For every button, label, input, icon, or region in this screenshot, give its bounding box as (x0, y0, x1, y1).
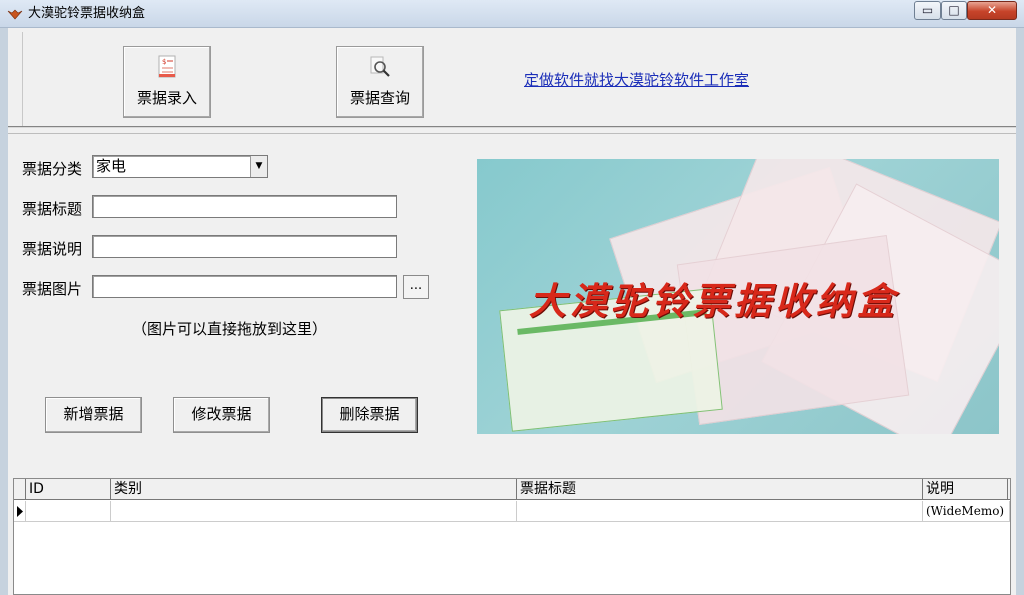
document-entry-icon: $ (158, 55, 176, 78)
add-ticket-button[interactable]: 新增票据 (45, 397, 142, 433)
edit-ticket-button[interactable]: 修改票据 (173, 397, 270, 433)
cell-memo[interactable]: (WideMemo) (923, 501, 1010, 522)
ticket-form-panel: 票据分类 家电 ▼ 票据标题 票据说明 票据图片 ... （图片可以直接拖放到这… (8, 133, 1016, 478)
delete-ticket-button[interactable]: 删除票据 (321, 397, 418, 433)
banner-image: 大漠驼铃票据收纳盒 (477, 159, 999, 434)
column-header-memo[interactable]: 说明 (923, 479, 1008, 499)
title-input[interactable] (92, 195, 397, 218)
column-header-title[interactable]: 票据标题 (517, 479, 923, 499)
minimize-button[interactable]: ▭ (914, 1, 941, 20)
window-title: 大漠驼铃票据收纳盒 (28, 6, 146, 21)
title-bar: 大漠驼铃票据收纳盒 ▭ □ ✕ (0, 0, 1024, 28)
toolbar-panel: $ 票据录入 票据查询 定做软件就找大漠驼铃软件工作室 (22, 32, 1016, 126)
table-header: ID 类别 票据标题 说明 (14, 479, 1010, 500)
close-button[interactable]: ✕ (967, 1, 1017, 20)
category-value: 家电 (96, 157, 127, 175)
client-area: $ 票据录入 票据查询 定做软件就找大漠驼铃软件工作室 票据分类 家电 ▼ 票据… (8, 28, 1016, 595)
table-row[interactable]: (WideMemo) (14, 501, 1010, 522)
title-label: 票据标题 (22, 200, 83, 218)
category-select[interactable]: 家电 ▼ (92, 155, 268, 178)
browse-button[interactable]: ... (403, 275, 429, 299)
cell-category[interactable] (111, 501, 517, 522)
column-header-id[interactable]: ID (26, 479, 111, 499)
header-indicator-cell (14, 479, 26, 499)
image-path-input[interactable] (92, 275, 397, 298)
image-label: 票据图片 (22, 280, 83, 298)
banner-title: 大漠驼铃票据收纳盒 (529, 279, 898, 323)
cell-id[interactable] (26, 501, 111, 522)
category-label: 票据分类 (22, 160, 83, 178)
maximize-button[interactable]: □ (941, 1, 967, 20)
ticket-entry-label: 票据录入 (136, 89, 197, 107)
ticket-entry-button[interactable]: $ 票据录入 (123, 46, 211, 118)
window-controls: ▭ □ ✕ (914, 1, 1018, 21)
app-icon (7, 9, 23, 20)
description-input[interactable] (92, 235, 397, 258)
cell-title[interactable] (517, 501, 923, 522)
custom-software-link[interactable]: 定做软件就找大漠驼铃软件工作室 (524, 69, 749, 90)
ticket-query-button[interactable]: 票据查询 (336, 46, 424, 118)
drag-drop-hint: （图片可以直接拖放到这里） (132, 320, 328, 338)
row-indicator-icon (14, 501, 26, 522)
ticket-table[interactable]: ID 类别 票据标题 说明 (WideMemo) (13, 478, 1011, 595)
description-label: 票据说明 (22, 240, 83, 258)
chevron-down-icon[interactable]: ▼ (250, 156, 267, 177)
magnifier-icon (370, 56, 390, 77)
column-header-category[interactable]: 类别 (111, 479, 517, 499)
svg-text:$: $ (162, 58, 166, 66)
toolbar: $ 票据录入 票据查询 定做软件就找大漠驼铃软件工作室 (8, 28, 1016, 128)
ticket-query-label: 票据查询 (349, 89, 410, 107)
